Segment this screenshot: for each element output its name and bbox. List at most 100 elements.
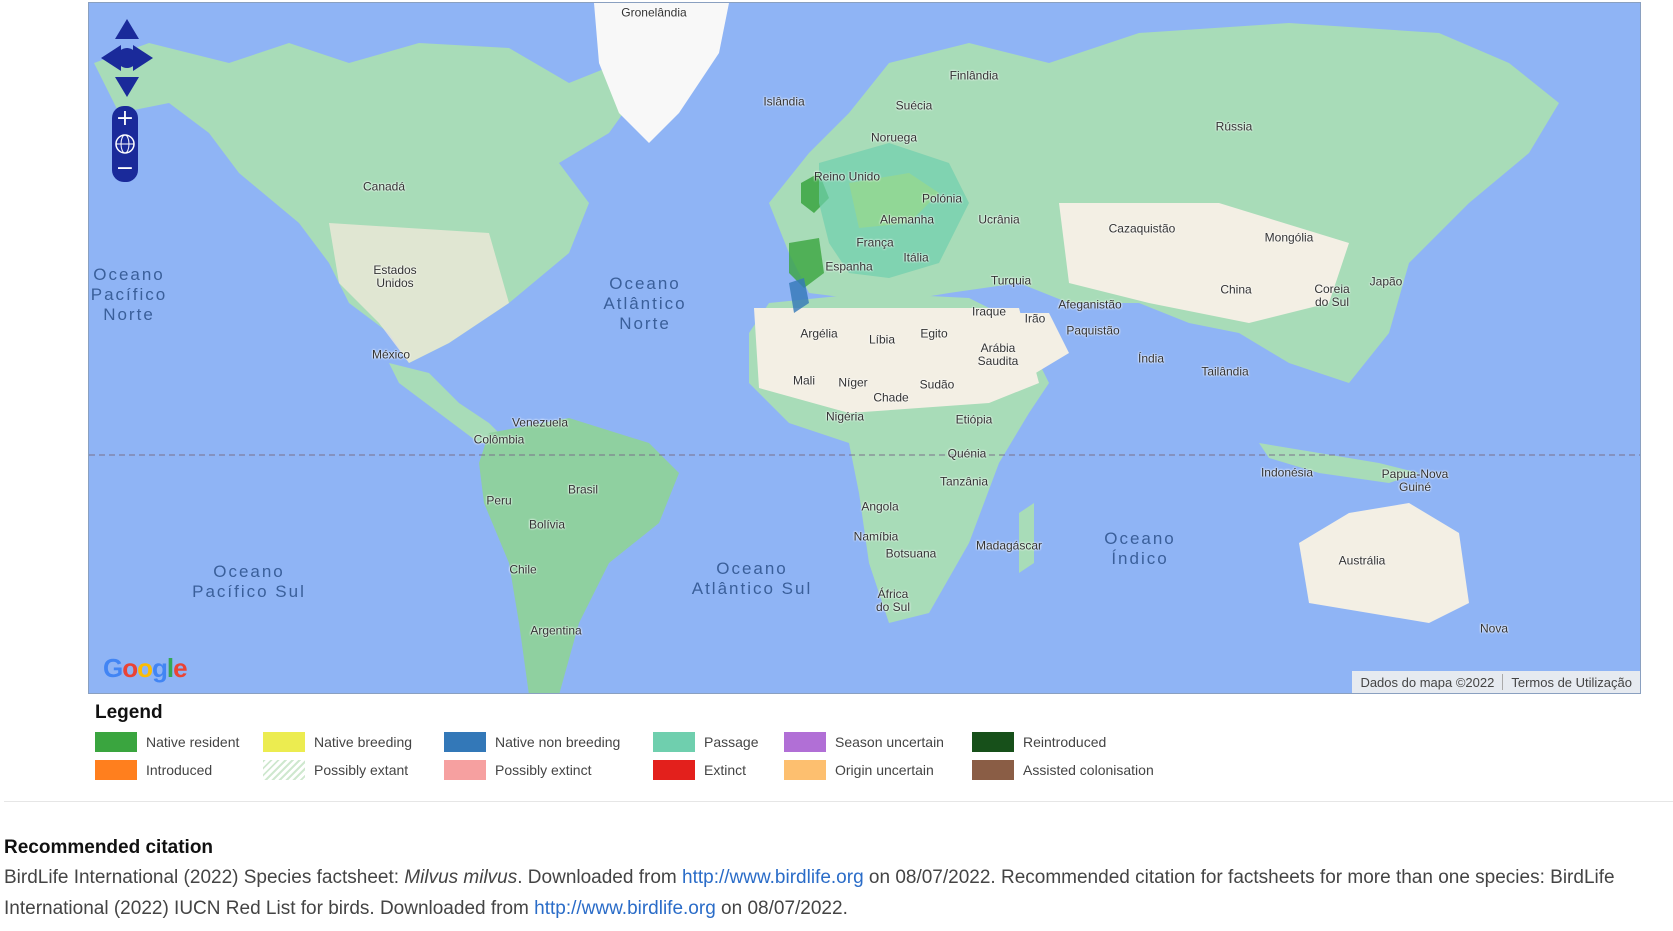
legend-item: Introduced: [95, 760, 263, 780]
label-arabia-saudita: Arábia Saudita: [977, 341, 1019, 368]
citation-text-2: . Downloaded from: [517, 867, 682, 888]
legend-label: Possibly extinct: [495, 762, 592, 778]
legend-title: Legend: [95, 702, 163, 723]
legend-swatch: [95, 760, 137, 780]
label-colombia: Colômbia: [473, 432, 525, 447]
legend: Legend Native resident Native breeding Nat…: [95, 702, 1295, 780]
label-italia: Itália: [903, 250, 929, 265]
legend-item: Native breeding: [263, 732, 444, 752]
terms-link[interactable]: Termos de Utilização: [1503, 675, 1640, 690]
legend-swatch: [263, 760, 305, 780]
label-espanha: Espanha: [825, 259, 873, 274]
legend-item: Possibly extinct: [444, 760, 653, 780]
legend-label: Origin uncertain: [835, 762, 934, 778]
label-brasil: Brasil: [567, 482, 599, 497]
label-africa-do-sul: África do Sul: [875, 587, 911, 614]
label-chile: Chile: [509, 562, 537, 577]
legend-label: Native non breeding: [495, 734, 621, 750]
label-cazaquistao: Cazaquistão: [1108, 221, 1176, 236]
legend-swatch: [95, 732, 137, 752]
label-argentina: Argentina: [530, 623, 582, 638]
map-canvas: [89, 3, 1640, 693]
label-russia: Rússia: [1215, 119, 1253, 134]
birdlife-link-2[interactable]: http://www.birdlife.org: [534, 898, 716, 919]
label-libia: Líbia: [868, 332, 896, 347]
legend-item: Native non breeding: [444, 732, 653, 752]
label-franca: França: [856, 235, 894, 250]
label-atlantico-norte: Oceano Atlântico Norte: [603, 274, 687, 333]
legend-swatch: [784, 732, 826, 752]
label-etiopia: Etiópia: [955, 412, 993, 427]
label-papua-nova-guine: Papua-Nova Guiné: [1381, 467, 1449, 494]
label-finlandia: Finlândia: [949, 68, 999, 83]
label-chade: Chade: [873, 390, 909, 405]
zoom-control[interactable]: + −: [111, 105, 139, 183]
land-central-america: [389, 363, 509, 443]
legend-swatch: [972, 760, 1014, 780]
label-afeganistao: Afeganistão: [1058, 297, 1122, 312]
pan-up-icon: [115, 19, 139, 39]
label-atlantico-sul: Oceano Atlântico Sul: [691, 559, 813, 598]
species-range-map[interactable]: + − Gronelândia Islândia Finlândia Suéci…: [88, 2, 1641, 694]
label-nova: Nova: [1479, 621, 1509, 636]
map-data-credit: Dados do mapa ©2022: [1360, 674, 1495, 690]
label-estados-unidos: Estados Unidos: [373, 263, 417, 290]
legend-swatch: [263, 732, 305, 752]
label-irao: Irão: [1024, 311, 1046, 326]
label-suecia: Suécia: [895, 98, 933, 113]
label-gronelandia: Gronelândia: [621, 5, 687, 20]
legend-item: Possibly extant: [263, 760, 444, 780]
citation-text-1: BirdLife International (2022) Species fa…: [4, 867, 405, 888]
birdlife-link-1[interactable]: http://www.birdlife.org: [682, 867, 864, 888]
legend-label: Passage: [704, 734, 759, 750]
zoom-out-icon: −: [116, 156, 134, 181]
label-mongolia: Mongólia: [1264, 230, 1314, 245]
label-tanzania: Tanzânia: [939, 474, 989, 489]
label-tailandia: Tailândia: [1201, 364, 1249, 379]
label-pacifico-sul: Oceano Pacífico Sul: [192, 562, 306, 601]
label-paquistao: Paquistão: [1066, 323, 1120, 338]
divider: [4, 801, 1673, 802]
label-indico: Oceano Índico: [1104, 529, 1176, 568]
legend-item: Extinct: [653, 760, 784, 780]
google-logo[interactable]: Google: [103, 653, 188, 684]
land-north-america: [94, 43, 634, 363]
legend-label: Assisted colonisation: [1023, 762, 1154, 778]
label-canada: Canadá: [362, 179, 406, 194]
label-iraque: Iraque: [971, 304, 1007, 319]
label-polonia: Polónia: [921, 191, 963, 206]
legend-grid: Native resident Native breeding Native non…: [95, 732, 1295, 780]
citation-title: Recommended citation: [4, 837, 214, 858]
label-sudao: Sudão: [919, 377, 955, 392]
label-ucrania: Ucrânia: [978, 212, 1020, 227]
label-namibia: Namíbia: [853, 529, 899, 544]
land-usa-tan: [329, 223, 509, 363]
legend-item: Reintroduced: [972, 732, 1172, 752]
label-peru: Peru: [486, 493, 512, 508]
zoom-in-icon: +: [116, 106, 134, 131]
label-bolivia: Bolívia: [528, 517, 566, 532]
citation-text-4: on 08/07/2022.: [715, 898, 848, 919]
label-mali: Mali: [792, 373, 816, 388]
legend-item: Assisted colonisation: [972, 760, 1172, 780]
legend-swatch: [653, 732, 695, 752]
label-turquia: Turquia: [990, 273, 1032, 288]
label-india: Índia: [1137, 351, 1165, 366]
label-islandia: Islândia: [763, 94, 805, 109]
map-attribution: Dados do mapa ©2022 Termos de Utilização: [1352, 671, 1640, 693]
label-madagascar: Madagáscar: [975, 538, 1043, 553]
label-australia: Austrália: [1338, 553, 1386, 568]
legend-item: Origin uncertain: [784, 760, 972, 780]
label-reino-unido: Reino Unido: [813, 169, 881, 184]
label-coreia-do-sul: Coreia do Sul: [1314, 282, 1350, 309]
land-south-america: [479, 418, 679, 693]
label-niger: Níger: [838, 375, 868, 390]
legend-swatch: [444, 760, 486, 780]
pan-control[interactable]: [99, 17, 155, 99]
legend-swatch: [972, 732, 1014, 752]
label-china: China: [1220, 282, 1252, 297]
label-noruega: Noruega: [870, 130, 918, 145]
species-name: Milvus milvus: [404, 867, 518, 888]
legend-label: Native breeding: [314, 734, 413, 750]
label-angola: Angola: [861, 499, 899, 514]
